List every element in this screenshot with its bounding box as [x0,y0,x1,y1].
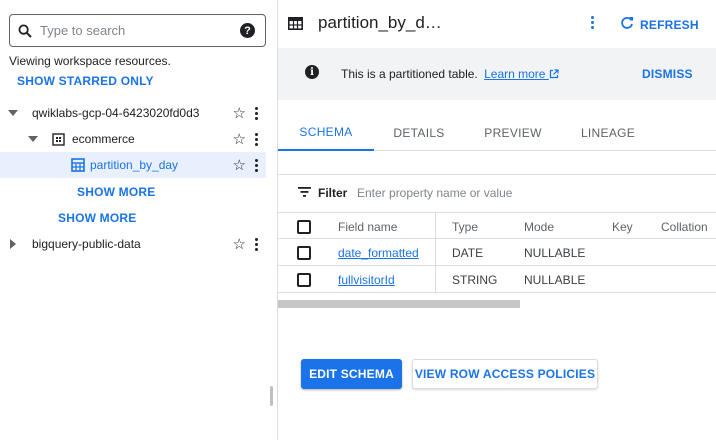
expand-caret-icon[interactable] [10,239,16,249]
edit-schema-button[interactable]: EDIT SCHEMA [301,359,402,389]
field-mode: NULLABLE [524,245,586,260]
viewing-text: Viewing workspace resources. [9,54,171,68]
public-project-label: bigquery-public-data [32,237,141,251]
more-options-icon[interactable] [254,106,258,120]
column-divider [435,212,436,294]
table-row: fullvisitorId STRING NULLABLE [278,266,716,293]
column-header[interactable]: Collation [661,213,708,240]
table-row: date_formatted DATE NULLABLE [278,239,716,266]
tab-lineage[interactable]: LINEAGE [564,114,652,151]
external-link-icon [549,69,559,79]
table-label: partition_by_day [90,158,179,172]
banner-message: This is a partitioned table. Learn more [341,67,559,81]
search-input[interactable] [40,23,220,38]
column-header[interactable]: Type [452,213,478,240]
column-header[interactable]: Key [612,213,633,240]
expand-caret-icon[interactable] [28,136,38,142]
tree-item-dataset[interactable]: ecommerce ☆ [0,126,266,152]
dataset-icon [52,133,65,149]
select-all-checkbox[interactable] [297,220,311,234]
show-starred-only-link[interactable]: SHOW STARRED ONLY [17,74,154,88]
table-icon [71,158,85,175]
field-mode: NULLABLE [524,272,586,287]
more-options-icon[interactable] [254,158,258,172]
partition-info-banner: i This is a partitioned table. Learn mor… [278,48,716,100]
tree-item-table[interactable]: partition_by_day ☆ [0,152,266,178]
column-header[interactable]: Field name [338,213,397,240]
table-details-panel: partition_by_d… REFRESH i This is a part… [278,0,716,440]
star-icon[interactable]: ☆ [233,132,246,147]
more-options-icon[interactable] [254,237,258,251]
table-header-row: Field name Type Mode Key Collation [278,212,716,239]
tab-schema[interactable]: SCHEMA [278,114,374,151]
column-header[interactable]: Mode [524,213,554,240]
dismiss-button[interactable]: DISMISS [642,67,693,81]
star-icon[interactable]: ☆ [233,106,246,121]
banner-text: This is a partitioned table. [341,67,478,81]
panel-resize-handle[interactable] [270,386,273,406]
search-icon [10,15,40,46]
explorer-search[interactable]: ? [9,14,266,47]
learn-more-link[interactable]: Learn more [484,67,559,81]
row-checkbox[interactable] [297,246,311,260]
dataset-label: ecommerce [72,132,135,146]
page-title: partition_by_d… [318,13,442,32]
tree-item-public-project[interactable]: bigquery-public-data ☆ [0,231,266,257]
field-name-link[interactable]: date_formatted [338,239,419,266]
filter-input[interactable] [357,186,557,200]
star-icon[interactable]: ☆ [233,237,246,252]
field-type: STRING [452,272,498,287]
tab-details[interactable]: DETAILS [374,114,464,151]
help-icon[interactable]: ? [240,23,255,38]
more-options-icon[interactable] [254,132,258,146]
details-header: partition_by_d… REFRESH [278,0,716,48]
details-tabs: SCHEMA DETAILS PREVIEW LINEAGE [278,114,716,151]
expand-caret-icon[interactable] [8,110,18,116]
filter-control[interactable]: Filter [298,186,347,200]
refresh-button[interactable]: REFRESH [620,16,699,33]
view-row-access-policies-button[interactable]: VIEW ROW ACCESS POLICIES [412,359,598,389]
table-icon [288,17,303,35]
divider [278,174,716,175]
project-label: qwiklabs-gcp-04-6423020fd0d3 [32,106,200,120]
explorer-panel: ? Viewing workspace resources. SHOW STAR… [0,0,277,440]
tab-preview[interactable]: PREVIEW [468,114,558,151]
star-icon[interactable]: ☆ [233,158,246,173]
refresh-icon [620,16,634,33]
filter-icon [298,186,311,200]
field-name-link[interactable]: fullvisitorId [338,266,395,293]
field-type: DATE [452,245,484,260]
refresh-label: REFRESH [640,17,699,32]
filter-label: Filter [318,186,348,200]
tree-item-project[interactable]: qwiklabs-gcp-04-6423020fd0d3 ☆ [0,100,266,126]
info-icon: i [305,65,319,79]
show-more-datasets-link[interactable]: SHOW MORE [58,211,136,225]
more-actions-icon[interactable] [590,16,594,29]
show-more-tables-link[interactable]: SHOW MORE [77,185,155,199]
row-checkbox[interactable] [297,273,311,287]
horizontal-scrollbar[interactable] [278,300,520,308]
